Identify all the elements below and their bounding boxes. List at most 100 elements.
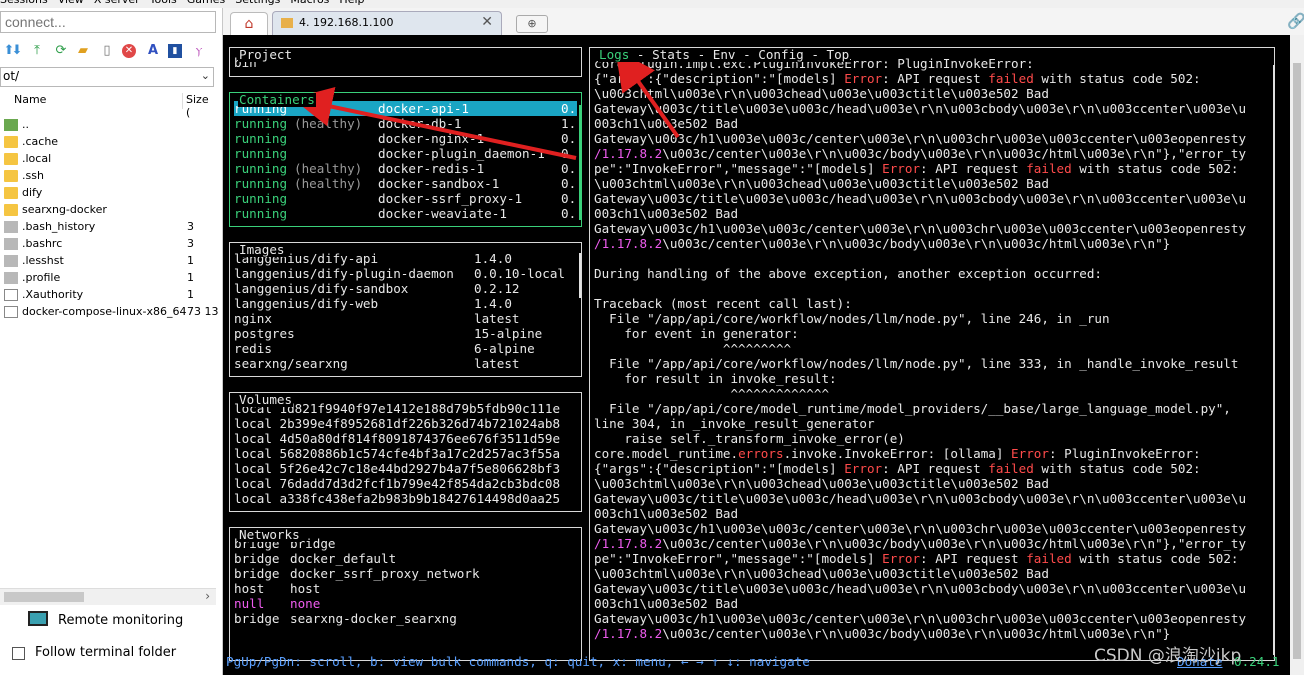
project-panel[interactable]: Project bin [229, 47, 582, 77]
network-row[interactable]: null none [234, 596, 577, 611]
upload-icon[interactable]: ⤒ [30, 44, 44, 58]
volume-row[interactable]: local a338fc438efa2b983b9b18427614498d0a… [234, 491, 577, 506]
horizontal-scrollbar[interactable]: › [0, 588, 216, 605]
menu-item[interactable]: Sessions [0, 0, 48, 6]
networks-panel[interactable]: Networks bridge bridge bridge docker_defaul… [229, 527, 582, 661]
image-row[interactable]: langgenius/dify-web 1.4.0 [234, 296, 577, 311]
remote-monitoring-button[interactable]: Remote monitoring [28, 611, 218, 631]
image-row[interactable]: postgres 15-alpine [234, 326, 577, 341]
container-row[interactable]: running (healthy) docker-redis-1 0. [234, 161, 577, 176]
containers-title: Containers [238, 92, 316, 107]
tab-logs[interactable]: Logs [599, 48, 629, 62]
image-row[interactable]: searxng/searxng latest [234, 356, 577, 371]
file-row[interactable]: .Xauthority 1 [0, 287, 216, 304]
download-icon[interactable]: ⬇ [10, 44, 24, 58]
menu-item[interactable]: Games [187, 0, 225, 6]
filter-icon[interactable]: ⲩ [192, 44, 206, 58]
container-row[interactable]: running docker-weaviate-1 0. [234, 206, 577, 221]
file-row[interactable]: searxng-docker [0, 202, 216, 219]
menu-item[interactable]: X server [94, 0, 140, 6]
new-tab-button[interactable]: ⊕ [516, 15, 548, 33]
log-line: \u003chtml\u003e\r\n\u003chead\u003e\u00… [594, 86, 1049, 101]
image-row[interactable]: redis 6-alpine [234, 341, 577, 356]
path-field[interactable]: ot/ ⌄ [0, 67, 214, 87]
container-row[interactable]: running (healthy) docker-db-1 1. [234, 116, 577, 131]
image-row[interactable]: langgenius/dify-plugin-daemon 0.0.10-loca… [234, 266, 577, 281]
file-row[interactable]: .bashrc 3 [0, 236, 216, 253]
volumes-panel[interactable]: Volumes local 1d821f9940f97e1412e188d79b… [229, 392, 582, 512]
file-icon [4, 238, 18, 250]
file-row[interactable]: .ssh [0, 168, 216, 185]
file-row[interactable]: .bash_history 3 [0, 219, 216, 236]
container-name: docker-api-1 [378, 101, 469, 116]
log-segment: Error [1011, 446, 1049, 461]
log-segment: Error [882, 551, 921, 566]
network-row[interactable]: host host [234, 581, 577, 596]
volume-row[interactable]: local 76dadd7d3d2fcf1b799e42f854da2cb3bd… [234, 476, 577, 491]
new-file-icon[interactable]: ▯ [100, 44, 114, 58]
close-icon[interactable]: ✕ [481, 14, 493, 30]
attachment-icon[interactable]: 🔗 [1287, 12, 1304, 30]
file-name: searxng-docker [22, 203, 107, 216]
volume-row[interactable]: local 5f26e42c7c18e44bd2927b4a7f5e806628… [234, 461, 577, 476]
rename-icon[interactable]: A [146, 44, 160, 58]
terminal-scrollbar[interactable] [1290, 35, 1304, 675]
container-row[interactable]: running docker-plugin_daemon-1 0. [234, 146, 577, 161]
column-size[interactable]: Size ( [186, 93, 216, 119]
menu-item[interactable]: Macros [290, 0, 329, 6]
container-row[interactable]: running docker-nginx-1 0. [234, 131, 577, 146]
log-segment: for result in invoke_result: [594, 371, 837, 386]
menu-item[interactable]: View [58, 0, 84, 6]
containers-panel[interactable]: Containers running docker-api-1 0. running (… [229, 92, 582, 227]
refresh-icon[interactable]: ⟳ [54, 44, 68, 58]
container-row[interactable]: running docker-ssrf_proxy-1 0. [234, 191, 577, 206]
network-row[interactable]: bridge docker_ssrf_proxy_network [234, 566, 577, 581]
images-panel[interactable]: Images langgenius/dify-api 1.4.0 langgeniu… [229, 242, 582, 377]
network-driver: host [234, 581, 265, 596]
image-name: langgenius/dify-plugin-daemon [234, 266, 454, 281]
column-name[interactable]: Name [14, 93, 46, 106]
volume-row[interactable]: local 2b399e4f8952681df226b326d74b721024… [234, 416, 577, 431]
image-row[interactable]: langgenius/dify-sandbox 0.2.12 [234, 281, 577, 296]
tab-env[interactable]: Env [713, 48, 736, 62]
menu-item[interactable]: Settings [235, 0, 280, 6]
image-name: searxng/searxng [234, 356, 348, 371]
properties-icon[interactable]: ▮ [168, 44, 182, 58]
new-folder-icon[interactable]: ▰ [76, 44, 90, 58]
chevron-right-icon[interactable]: › [205, 589, 210, 603]
quick-connect-input[interactable] [0, 11, 216, 33]
menu-item[interactable]: Tools [150, 0, 177, 6]
tab-stats[interactable]: Stats [652, 48, 690, 62]
file-row[interactable]: .lesshst 1 [0, 253, 216, 270]
log-line: File "/app/api/core/workflow/nodes/llm/n… [594, 311, 1109, 326]
home-tab[interactable]: ⌂ [230, 12, 268, 35]
network-row[interactable]: bridge searxng-docker_searxng [234, 611, 577, 626]
checkbox[interactable] [12, 647, 25, 660]
tab-config[interactable]: Config [758, 48, 804, 62]
file-row[interactable]: docker-compose-linux-x86_64 73 13 [0, 304, 219, 321]
tab-top[interactable]: Top [827, 48, 850, 62]
log-line: File "/app/api/core/model_runtime/model_… [594, 401, 1231, 416]
log-segment: 003ch1\u003e502 Bad [594, 506, 739, 521]
file-row[interactable]: .profile 1 [0, 270, 216, 287]
file-row[interactable]: dify [0, 185, 216, 202]
logs-panel[interactable]: Logs - Stats - Env - Config - Top core.p… [589, 47, 1275, 661]
log-line: /1.17.8.2\u003c/center\u003e\r\n\u003c/b… [594, 236, 1170, 251]
image-row[interactable]: nginx latest [234, 311, 577, 326]
file-row[interactable]: .cache [0, 134, 216, 151]
log-line: for event in generator: [594, 326, 798, 341]
container-row[interactable]: running (healthy) docker-sandbox-1 0. [234, 176, 577, 191]
file-row[interactable]: .local [0, 151, 216, 168]
terminal[interactable]: Project bin Containers running docker-api… [223, 35, 1290, 675]
volume-row[interactable]: local 4d50a80df814f8091874376ee676f3511d… [234, 431, 577, 446]
menu-item[interactable]: Help [339, 0, 364, 6]
follow-terminal-folder-checkbox[interactable]: Follow terminal folder [12, 645, 212, 663]
file-row[interactable]: .. [0, 117, 216, 134]
network-row[interactable]: bridge docker_default [234, 551, 577, 566]
log-line: core.model_runtime.errors.invoke.InvokeE… [594, 446, 1201, 461]
delete-icon[interactable]: ✕ [122, 44, 136, 58]
chevron-down-icon[interactable]: ⌄ [201, 69, 210, 82]
volume-row[interactable]: local 56820886b1c574cfe4bf3a17c2d257ac3f… [234, 446, 577, 461]
tab-session[interactable]: 4. 192.168.1.100 ✕ [272, 11, 502, 35]
log-line: Gateway\u003c/h1\u003e\u003c/center\u003… [594, 521, 1246, 536]
